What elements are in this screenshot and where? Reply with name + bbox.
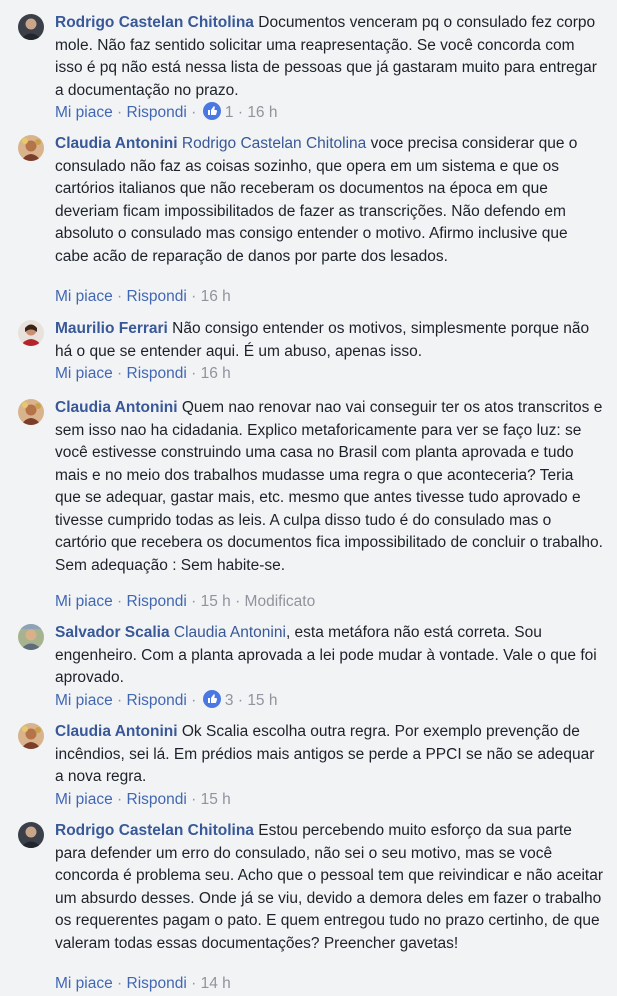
comment-author[interactable]: Claudia Antonini bbox=[55, 723, 178, 740]
like-button[interactable]: Mi piace bbox=[55, 593, 113, 610]
separator: · bbox=[112, 593, 127, 610]
avatar[interactable] bbox=[18, 723, 44, 749]
comment-actions: Mi piace · Rispondi · 16 h bbox=[55, 286, 231, 308]
like-button[interactable]: Mi piace bbox=[55, 104, 113, 121]
thumbs-up-icon[interactable] bbox=[202, 102, 221, 127]
avatar[interactable] bbox=[18, 822, 44, 848]
comment-timestamp[interactable]: 14 h bbox=[201, 975, 231, 992]
reply-button[interactable]: Rispondi bbox=[127, 791, 187, 808]
comment-timestamp[interactable]: 16 h bbox=[201, 288, 231, 305]
avatar[interactable] bbox=[18, 135, 44, 161]
reply-button[interactable]: Rispondi bbox=[127, 692, 187, 709]
comment-actions: Mi piace · Rispondi · 16 h bbox=[55, 363, 231, 385]
comment-text: Quem nao renovar nao vai conseguir ter o… bbox=[55, 399, 603, 574]
reply-button[interactable]: Rispondi bbox=[127, 593, 187, 610]
like-button[interactable]: Mi piace bbox=[55, 975, 113, 992]
comment-author[interactable]: Rodrigo Castelan Chitolina bbox=[55, 14, 254, 31]
comment-text: Estou percebendo muito esforço da sua pa… bbox=[55, 822, 604, 952]
comment-actions: Mi piace · Rispondi · 1 · 16 h bbox=[55, 102, 277, 127]
comment-actions: Mi piace · Rispondi · 15 h bbox=[55, 789, 231, 811]
separator: · bbox=[186, 365, 201, 382]
comment-actions: Mi piace · Rispondi · 14 h bbox=[55, 973, 231, 995]
separator: · bbox=[112, 692, 127, 709]
separator: · bbox=[233, 104, 248, 121]
separator: · bbox=[112, 975, 127, 992]
mention-link[interactable]: Claudia Antonini bbox=[174, 624, 286, 641]
comment-body: Claudia Antonini Quem nao renovar nao va… bbox=[55, 397, 603, 577]
like-button[interactable]: Mi piace bbox=[55, 791, 113, 808]
separator: · bbox=[186, 975, 201, 992]
comment-body: Salvador Scalia Claudia Antonini, esta m… bbox=[55, 622, 603, 690]
avatar[interactable] bbox=[18, 399, 44, 425]
comment-timestamp[interactable]: 16 h bbox=[201, 365, 231, 382]
like-button[interactable]: Mi piace bbox=[55, 692, 113, 709]
thumbs-up-icon[interactable] bbox=[202, 690, 221, 715]
comment-author[interactable]: Claudia Antonini bbox=[55, 399, 178, 416]
separator: · bbox=[186, 692, 201, 709]
comment-author[interactable]: Claudia Antonini bbox=[55, 135, 178, 152]
comment-author[interactable]: Salvador Scalia bbox=[55, 624, 170, 641]
comment-timestamp[interactable]: 15 h bbox=[201, 593, 231, 610]
like-button[interactable]: Mi piace bbox=[55, 288, 113, 305]
comment-thread: Rodrigo Castelan Chitolina Documentos ve… bbox=[0, 0, 617, 996]
avatar[interactable] bbox=[18, 14, 44, 40]
reply-button[interactable]: Rispondi bbox=[127, 288, 187, 305]
separator: · bbox=[112, 104, 127, 121]
avatar[interactable] bbox=[18, 320, 44, 346]
separator: · bbox=[186, 593, 201, 610]
separator: · bbox=[112, 288, 127, 305]
separator: · bbox=[186, 791, 201, 808]
reply-button[interactable]: Rispondi bbox=[127, 975, 187, 992]
comment-author[interactable]: Rodrigo Castelan Chitolina bbox=[55, 822, 254, 839]
separator: · bbox=[230, 593, 245, 610]
comment-body: Rodrigo Castelan Chitolina Estou percebe… bbox=[55, 820, 603, 955]
reaction-count[interactable]: 3 bbox=[225, 692, 234, 709]
comment-body: Rodrigo Castelan Chitolina Documentos ve… bbox=[55, 12, 603, 102]
comment-body: Claudia Antonini Rodrigo Castelan Chitol… bbox=[55, 133, 603, 268]
separator: · bbox=[112, 791, 127, 808]
separator: · bbox=[112, 365, 127, 382]
like-button[interactable]: Mi piace bbox=[55, 365, 113, 382]
comment-actions: Mi piace · Rispondi · 15 h · Modificato bbox=[55, 591, 315, 613]
avatar[interactable] bbox=[18, 624, 44, 650]
reply-button[interactable]: Rispondi bbox=[127, 365, 187, 382]
reaction-count[interactable]: 1 bbox=[225, 104, 234, 121]
comment-timestamp[interactable]: 15 h bbox=[201, 791, 231, 808]
separator: · bbox=[186, 288, 201, 305]
comment-timestamp[interactable]: 15 h bbox=[247, 692, 277, 709]
separator: · bbox=[186, 104, 201, 121]
edited-label[interactable]: Modificato bbox=[245, 593, 316, 610]
mention-link[interactable]: Rodrigo Castelan Chitolina bbox=[182, 135, 366, 152]
comment-text: voce precisa considerar que o consulado … bbox=[55, 135, 578, 265]
comment-author[interactable]: Maurilio Ferrari bbox=[55, 320, 168, 337]
comment-body: Claudia Antonini Ok Scalia escolha outra… bbox=[55, 721, 603, 789]
reply-button[interactable]: Rispondi bbox=[127, 104, 187, 121]
comment-actions: Mi piace · Rispondi · 3 · 15 h bbox=[55, 690, 277, 715]
separator: · bbox=[233, 692, 248, 709]
comment-body: Maurilio Ferrari Não consigo entender os… bbox=[55, 318, 603, 363]
comment-timestamp[interactable]: 16 h bbox=[247, 104, 277, 121]
